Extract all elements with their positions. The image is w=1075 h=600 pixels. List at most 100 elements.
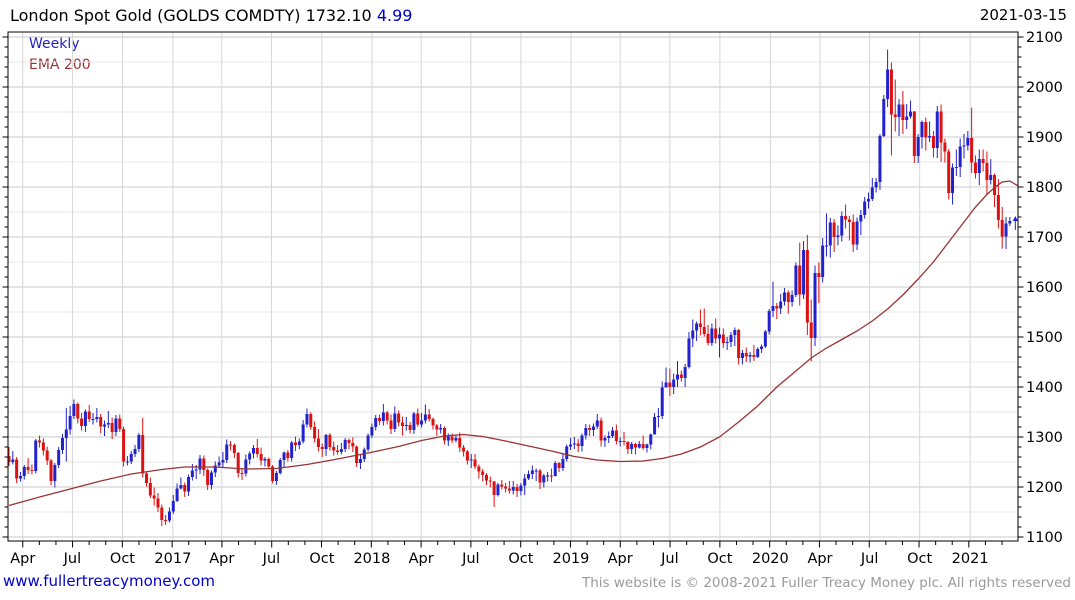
candle-body	[446, 436, 450, 441]
candle-body	[549, 475, 553, 477]
candle-body	[294, 442, 297, 445]
candle-body	[782, 292, 786, 302]
y-axis-label: 1500	[1026, 330, 1063, 346]
candle-body	[34, 440, 38, 471]
candle-body	[645, 444, 649, 448]
candle-body	[76, 404, 80, 419]
candle-body	[809, 322, 813, 338]
candle-body	[901, 104, 905, 120]
candle-body	[53, 465, 57, 481]
candle-body	[676, 374, 679, 380]
candle-body	[561, 459, 565, 468]
candle-body	[687, 338, 691, 367]
candle-body	[718, 334, 722, 339]
candle-body	[844, 216, 848, 220]
candle-body	[187, 477, 191, 492]
candle-body	[431, 419, 435, 426]
x-axis-label: Apr	[608, 551, 633, 567]
candle-body	[49, 460, 53, 481]
website-link[interactable]: www.fullertreacymoney.com	[3, 572, 215, 590]
candle-body	[660, 387, 664, 416]
candle-body	[412, 413, 416, 430]
y-axis-label: 2000	[1026, 80, 1063, 96]
candle-body	[584, 428, 588, 436]
candle-body	[309, 414, 313, 427]
candle-body	[232, 445, 236, 453]
candle-body	[924, 122, 928, 138]
candle-body	[248, 453, 252, 460]
candle-body	[569, 444, 573, 447]
latest-price-arrow-icon	[1012, 216, 1018, 221]
candle-body	[653, 417, 657, 435]
candle-body	[962, 145, 966, 147]
x-axis-label: Oct	[707, 551, 732, 567]
copyright-text: This website is © 2008-2021 Fuller Treac…	[582, 575, 1071, 591]
candle-body	[87, 411, 91, 419]
candle-body	[970, 138, 974, 163]
candle-body	[278, 460, 282, 473]
candle-body	[519, 485, 523, 491]
candle-body	[824, 245, 828, 247]
ema-line	[8, 180, 1018, 507]
candle-body	[454, 438, 458, 441]
candle-body	[118, 418, 122, 429]
candle-body	[828, 222, 832, 246]
candle-body	[721, 334, 725, 343]
y-axis-label: 1100	[1026, 530, 1063, 546]
x-axis-label: 2019	[552, 551, 589, 567]
candle-body	[511, 487, 515, 491]
candle-body	[324, 435, 328, 449]
y-axis-label: 1300	[1026, 430, 1063, 446]
candle-body	[935, 111, 939, 148]
candle-body	[400, 422, 404, 426]
candle-body	[442, 428, 446, 441]
candle-body	[530, 470, 534, 474]
candle-body	[114, 418, 118, 432]
candle-body	[156, 498, 160, 508]
candle-body	[496, 484, 500, 495]
candle-body	[305, 414, 309, 425]
candle-body	[909, 111, 913, 117]
candle-body	[882, 99, 886, 136]
candle-body	[599, 420, 603, 441]
candle-body	[637, 444, 641, 448]
candle-body	[897, 104, 901, 117]
candle-body	[893, 114, 897, 117]
candle-body	[737, 330, 741, 358]
candle-body	[95, 417, 99, 419]
candle-body	[943, 142, 947, 152]
candle-body	[251, 448, 255, 454]
candle-body	[931, 136, 935, 148]
candle-body	[832, 222, 836, 237]
y-axis-label: 1400	[1026, 380, 1063, 396]
candle-body	[416, 413, 420, 425]
x-axis-label: Oct	[508, 551, 533, 567]
candle-body	[805, 250, 809, 323]
candle-body	[378, 418, 382, 421]
candle-body	[316, 438, 320, 447]
candle-body	[229, 444, 233, 446]
candle-body	[591, 426, 595, 430]
candle-body	[30, 470, 34, 471]
candle-body	[775, 306, 779, 309]
candle-body	[553, 463, 557, 476]
candle-body	[679, 374, 683, 378]
candle-body	[106, 423, 110, 425]
candle-body	[64, 429, 68, 438]
candle-body	[374, 418, 378, 427]
candle-body	[103, 424, 106, 427]
candle-body	[488, 480, 492, 482]
candle-body	[905, 116, 909, 120]
candle-body	[458, 438, 462, 448]
x-axis-label: Apr	[409, 551, 434, 567]
candle-body	[817, 273, 821, 277]
candle-body	[492, 481, 496, 495]
candle-body	[847, 219, 851, 222]
candle-body	[41, 442, 45, 451]
candle-body	[859, 215, 863, 222]
candle-body	[779, 301, 783, 309]
candle-body	[313, 427, 317, 439]
x-axis-label: 2020	[752, 551, 789, 567]
candle-body	[11, 459, 15, 462]
candle-body	[698, 323, 702, 327]
